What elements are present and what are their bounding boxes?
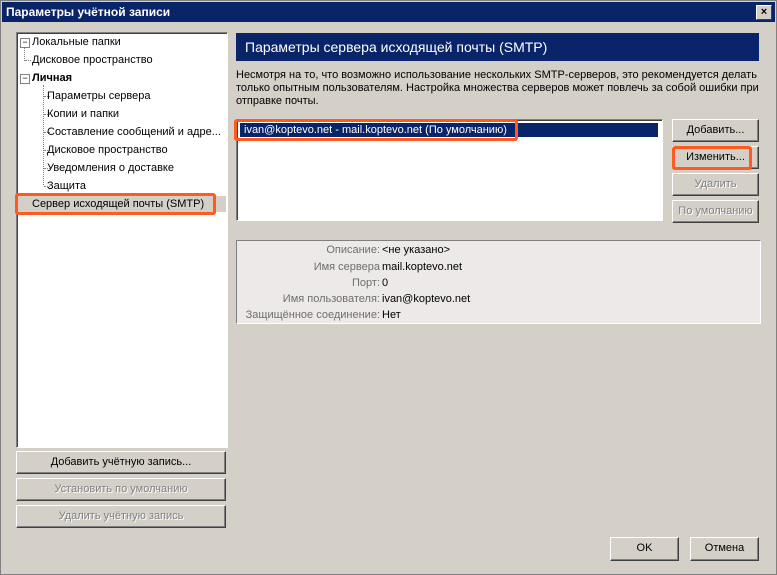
detail-row-port: Порт: 0 <box>237 275 760 291</box>
detail-value: Нет <box>382 309 401 321</box>
detail-value: mail.koptevo.net <box>382 261 463 273</box>
account-settings-dialog: Параметры учётной записи × − Локальные п… <box>0 0 777 575</box>
page-title: Параметры сервера исходящей почты (SMTP) <box>245 39 548 55</box>
highlight-smtp <box>15 193 216 215</box>
set-default-smtp-button[interactable]: По умолчанию <box>672 200 759 223</box>
tree-item-security[interactable]: Защита <box>47 178 86 194</box>
detail-label: Имя сервера <box>313 261 380 273</box>
detail-row-description: Описание: <не указано> <box>237 242 760 258</box>
detail-row-username: Имя пользователя: ivan@koptevo.net <box>237 291 760 307</box>
detail-value: ivan@koptevo.net <box>382 293 471 305</box>
close-icon[interactable]: × <box>756 5 772 20</box>
ok-button[interactable]: OK <box>610 537 679 561</box>
tree-item-disk-space-personal[interactable]: Дисковое пространство <box>47 142 168 158</box>
add-account-button[interactable]: Добавить учётную запись... <box>16 451 226 474</box>
detail-value: 0 <box>382 277 389 289</box>
page-header: Параметры сервера исходящей почты (SMTP) <box>236 33 759 61</box>
smtp-details-panel: Описание: <не указано> Имя сервера mail.… <box>236 240 761 324</box>
collapse-icon[interactable]: − <box>20 74 30 84</box>
delete-account-button[interactable]: Удалить учётную запись <box>16 505 226 528</box>
title-bar: Параметры учётной записи × <box>2 2 775 22</box>
collapse-icon[interactable]: − <box>20 38 30 48</box>
add-smtp-button[interactable]: Добавить... <box>672 119 759 142</box>
detail-label: Порт: <box>352 277 380 289</box>
detail-label: Описание: <box>326 244 380 256</box>
window-title: Параметры учётной записи <box>6 5 171 19</box>
smtp-description: Несмотря на то, что возможно использован… <box>236 69 759 107</box>
highlight-server-row <box>234 119 518 141</box>
detail-label: Защищённое соединение: <box>245 309 380 321</box>
tree-item-personal[interactable]: Личная <box>32 70 72 86</box>
detail-row-server: Имя сервера mail.koptevo.net <box>237 259 760 275</box>
detail-value: <не указано> <box>382 244 450 256</box>
tree-item-composition[interactable]: Составление сообщений и адре... <box>47 124 221 140</box>
cancel-button[interactable]: Отмена <box>690 537 759 561</box>
tree-item-copies-folders[interactable]: Копии и папки <box>47 106 119 122</box>
detail-row-secure: Защищённое соединение: Нет <box>237 307 760 323</box>
delete-smtp-button[interactable]: Удалить <box>672 173 759 196</box>
tree-item-server-settings[interactable]: Параметры сервера <box>47 88 151 104</box>
tree-item-delivery-receipts[interactable]: Уведомления о доставке <box>47 160 174 176</box>
set-default-account-button[interactable]: Установить по умолчанию <box>16 478 226 501</box>
highlight-edit-button <box>672 146 752 170</box>
detail-label: Имя пользователя: <box>282 293 380 305</box>
tree-item-disk-space[interactable]: Дисковое пространство <box>32 52 153 68</box>
account-tree: − Локальные папки Дисковое пространство … <box>16 32 228 448</box>
tree-item-local-folders[interactable]: Локальные папки <box>32 34 121 50</box>
